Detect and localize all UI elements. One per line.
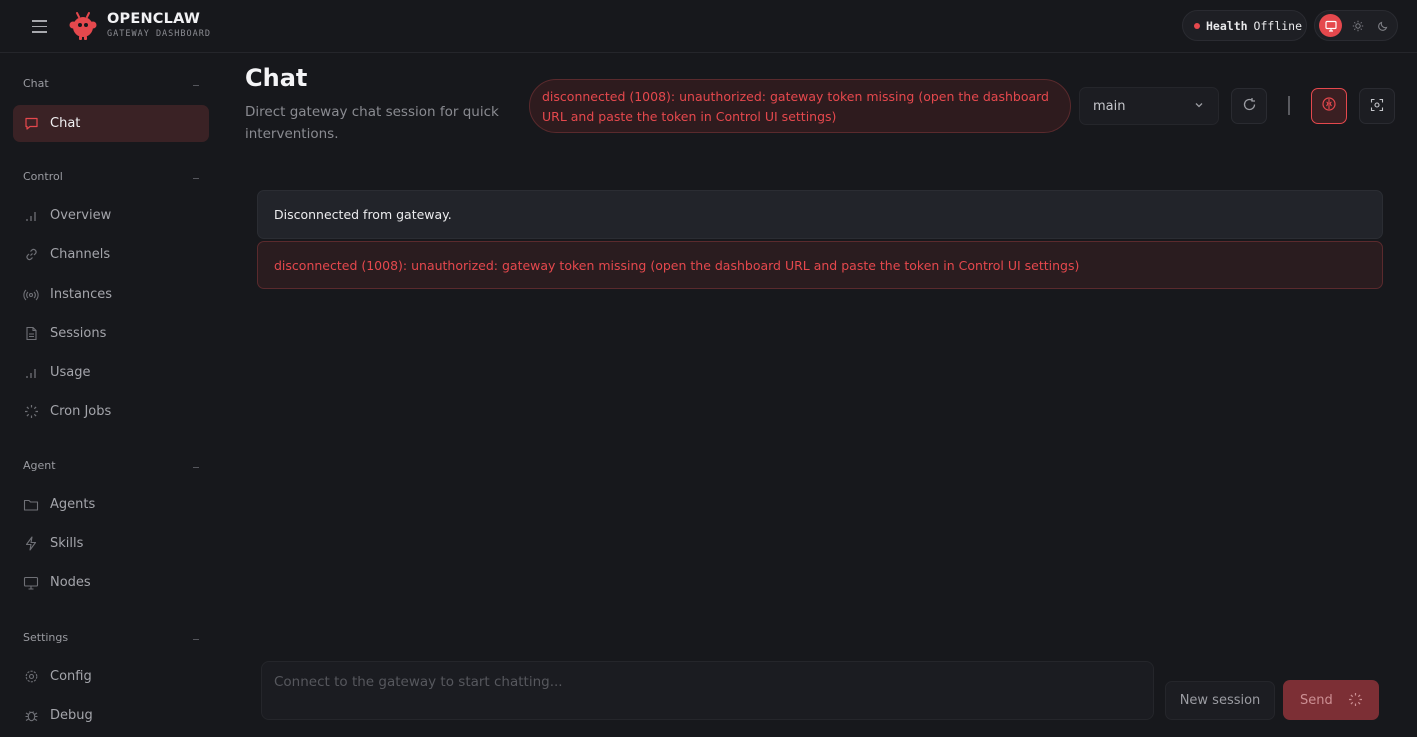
document-icon [23,326,39,342]
link-icon [23,247,39,263]
health-status-badge: Health Offline [1182,10,1307,41]
folder-icon [23,497,39,513]
bug-icon [23,708,39,724]
top-bar: OPENCLAW GATEWAY DASHBOARD Health Offlin… [0,0,1417,53]
new-session-button[interactable]: New session [1165,681,1275,720]
sidebar-item-label: Channels [50,247,111,262]
page-subtitle: Direct gateway chat session for quick in… [245,104,499,142]
sidebar-item-label: Config [50,669,92,684]
collapse-icon[interactable] [193,85,199,86]
brand-name: OPENCLAW [107,11,201,27]
menu-icon[interactable] [28,15,50,37]
send-button[interactable]: Send [1283,680,1379,720]
light-theme-sun-icon[interactable] [1346,14,1369,37]
divider [1288,96,1290,115]
message-info: Disconnected from gateway. [257,190,1383,239]
sidebar-item-label: Nodes [50,575,91,590]
focus-icon [1370,97,1384,116]
sidebar-item-instances[interactable]: Instances [13,276,209,313]
health-value: Offline [1253,18,1303,33]
bolt-icon [23,536,39,552]
sidebar-item-overview[interactable]: Overview [13,197,209,234]
brain-icon [1321,96,1337,116]
health-label: Health [1206,18,1248,33]
sidebar-item-usage[interactable]: Usage [13,354,209,391]
message-icon [23,116,39,132]
broadcast-icon [23,287,39,303]
sidebar-item-sessions[interactable]: Sessions [13,315,209,352]
session-select[interactable]: main [1079,87,1219,125]
bar-chart-icon [23,365,39,381]
thinking-toggle-button[interactable] [1311,88,1347,124]
sidebar-item-nodes[interactable]: Nodes [13,564,209,601]
refresh-icon [1242,97,1257,116]
chevron-down-icon [1193,99,1205,115]
sidebar-item-label: Cron Jobs [50,404,112,419]
send-button-label: Send [1300,692,1333,708]
refresh-button[interactable] [1231,88,1267,124]
section-title-control[interactable]: Control [23,170,63,183]
sidebar-item-skills[interactable]: Skills [13,525,209,562]
session-select-value: main [1093,98,1126,114]
status-dot-icon [1194,22,1200,29]
connection-error-banner: disconnected (1008): unauthorized: gatew… [529,79,1071,133]
sidebar-item-label: Chat [50,116,81,131]
focus-mode-button[interactable] [1359,88,1395,124]
sidebar-item-chat[interactable]: Chat [13,105,209,142]
section-title-agent[interactable]: Agent [23,459,56,472]
collapse-icon[interactable] [193,639,199,640]
sidebar-item-cron-jobs[interactable]: Cron Jobs [13,393,209,430]
sidebar: Chat Chat Control Overview Channels Inst… [0,54,222,737]
sidebar-item-label: Agents [50,497,96,512]
sidebar-item-label: Skills [50,536,84,551]
sidebar-item-label: Debug [50,708,93,723]
gear-icon [23,669,39,685]
sidebar-item-label: Sessions [50,326,107,341]
sidebar-item-channels[interactable]: Channels [13,236,209,273]
page-title: Chat [245,64,308,92]
sidebar-item-label: Usage [50,365,91,380]
theme-switcher [1314,10,1398,41]
sidebar-item-agents[interactable]: Agents [13,486,209,523]
monitor-icon [23,575,39,591]
openclaw-logo-icon [68,11,98,41]
section-title-chat[interactable]: Chat [23,77,49,90]
bar-chart-icon [23,208,39,224]
system-theme-monitor-icon[interactable] [1319,14,1342,37]
sidebar-item-label: Overview [50,208,112,223]
dark-theme-moon-icon[interactable] [1371,14,1394,37]
message-error: disconnected (1008): unauthorized: gatew… [257,241,1383,289]
sidebar-item-config[interactable]: Config [13,658,209,695]
chat-input[interactable]: Connect to the gateway to start chatting… [261,661,1154,720]
sidebar-item-debug[interactable]: Debug [13,697,209,734]
loader-icon [1348,692,1363,711]
sidebar-item-label: Instances [50,287,113,302]
brand-subtitle: GATEWAY DASHBOARD [107,29,211,39]
section-title-settings[interactable]: Settings [23,631,68,644]
collapse-icon[interactable] [193,467,199,468]
brand: OPENCLAW GATEWAY DASHBOARD [107,11,211,39]
collapse-icon[interactable] [193,178,199,179]
loader-icon [23,404,39,420]
